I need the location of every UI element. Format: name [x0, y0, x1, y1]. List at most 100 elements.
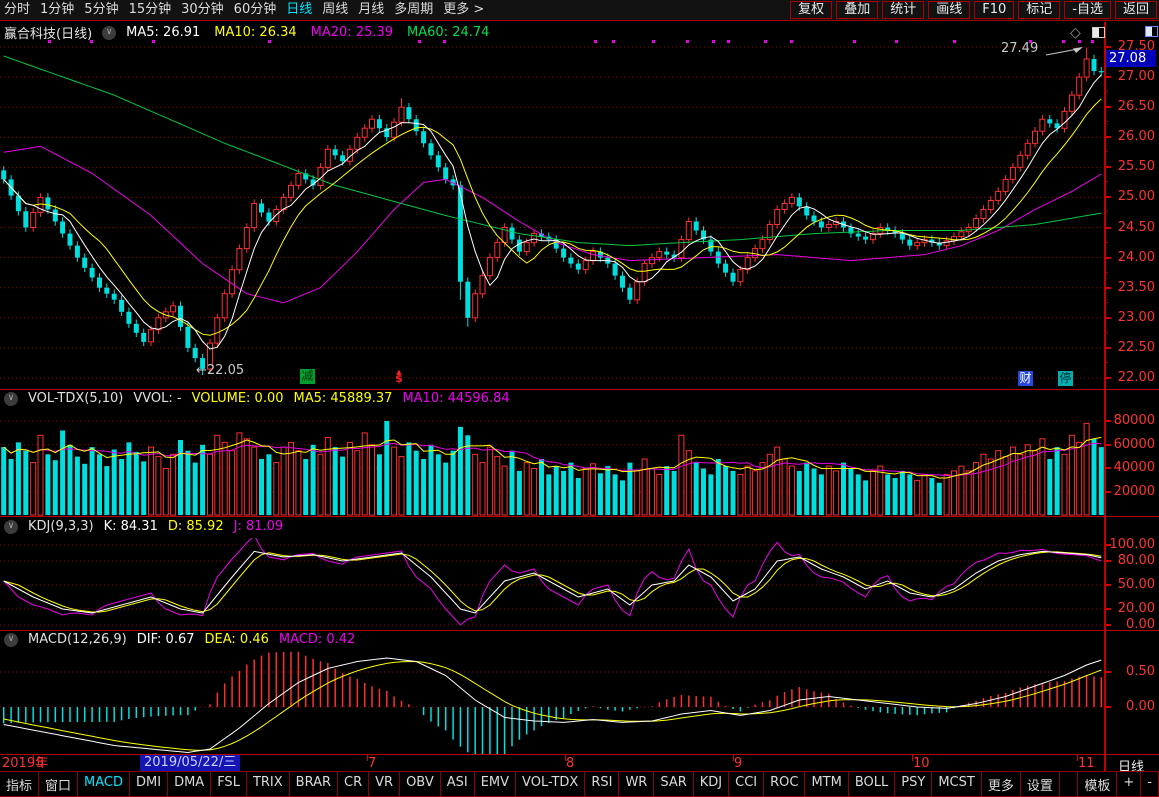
collapse-chevron-icon[interactable]: ∨: [4, 633, 18, 647]
axis-tick: [1105, 347, 1111, 349]
macd-chart[interactable]: [0, 650, 1105, 755]
toolbar-item-VR[interactable]: VR: [368, 771, 400, 797]
legend-item: MACD(12,26,9): [28, 632, 127, 647]
legend-item: K: 84.31: [104, 519, 158, 534]
toolbar-item-FSL[interactable]: FSL: [210, 771, 247, 797]
menu-item-2[interactable]: 5分钟: [84, 0, 118, 20]
menu-item-8[interactable]: 月线: [358, 0, 384, 20]
menu-button-5[interactable]: 标记: [1018, 1, 1060, 19]
toolbar-item-指标[interactable]: 指标: [0, 771, 39, 797]
axis-tick: [1105, 584, 1111, 586]
y-axis-label: 26.00: [1109, 129, 1155, 145]
panel-separator: [0, 630, 1159, 631]
toolbar-item-设置[interactable]: 设置: [1020, 771, 1060, 797]
toolbar-item-更多[interactable]: 更多: [981, 771, 1021, 797]
y-axis-label: 100.00: [1109, 537, 1155, 553]
toolbar-item-EMV[interactable]: EMV: [474, 771, 516, 797]
menu-item-9[interactable]: 多周期: [394, 0, 433, 20]
toolbar-item-RSI[interactable]: RSI: [584, 771, 619, 797]
y-axis-label: 25.00: [1109, 189, 1155, 205]
axis-tick: [1105, 608, 1111, 610]
y-axis-label: 23.00: [1109, 310, 1155, 326]
axis-minor-tick: [1105, 91, 1108, 92]
toolbar-item-ROC[interactable]: ROC: [763, 771, 805, 797]
axis-tick: [1105, 317, 1111, 319]
axis-tick: [1105, 46, 1111, 48]
time-axis-label: 10: [913, 756, 930, 772]
axis-tick: [1105, 136, 1111, 138]
menu-item-1[interactable]: 1分钟: [40, 0, 74, 20]
axis-tick: [1105, 76, 1111, 78]
toolbar-item-DMA[interactable]: DMA: [167, 771, 211, 797]
axis-minor-tick: [1105, 211, 1108, 212]
y-axis-label: 40000: [1109, 460, 1155, 476]
menu-item-0[interactable]: 分时: [4, 0, 30, 20]
toolbar-item-MCST[interactable]: MCST: [931, 771, 982, 797]
y-axis-label: 80.00: [1109, 553, 1155, 569]
menu-button-3[interactable]: 画线: [928, 1, 970, 19]
split-window-icon[interactable]: [1092, 27, 1105, 38]
toolbar-spacer: [1059, 771, 1079, 797]
toolbar-item-WR[interactable]: WR: [618, 771, 654, 797]
collapse-chevron-icon[interactable]: ∨: [4, 520, 18, 534]
menu-button-4[interactable]: F10: [974, 1, 1014, 19]
axis-minor-tick: [1105, 302, 1108, 303]
volume-chart[interactable]: [0, 410, 1105, 516]
selected-date-tag: 2019/05/22/三: [140, 755, 240, 771]
toolbar-item-SAR[interactable]: SAR: [653, 771, 693, 797]
toolbar-item-TRIX[interactable]: TRIX: [246, 771, 290, 797]
axis-minor-tick: [1105, 332, 1108, 333]
menu-item-6[interactable]: 日线: [286, 0, 312, 20]
toolbar-right-item-0[interactable]: 模板: [1077, 771, 1117, 797]
axis-tick: [1105, 166, 1111, 168]
price-axis-line: [1104, 22, 1106, 771]
menu-left: 分时 1分钟 5分钟 15分钟 30分钟 60分钟日线周线月线多周期更多 >: [0, 0, 484, 20]
toolbar-item-BRAR[interactable]: BRAR: [289, 771, 338, 797]
diamond-marker-icon[interactable]: ◇: [1070, 25, 1081, 41]
menu-button-0[interactable]: 复权: [790, 1, 832, 19]
menu-button-2[interactable]: 统计: [882, 1, 924, 19]
marker-badge-text: 减: [301, 369, 313, 383]
menu-button-7[interactable]: 返回: [1115, 1, 1157, 19]
axis-tick: [1105, 287, 1111, 289]
legend-item: MACD: 0.42: [279, 632, 355, 647]
toolbar-right-item-1[interactable]: +: [1116, 771, 1141, 797]
menu-item-4[interactable]: 30分钟: [181, 0, 224, 20]
collapse-chevron-icon[interactable]: ∨: [4, 392, 18, 406]
toolbar-item-DMI[interactable]: DMI: [129, 771, 168, 797]
time-axis-label: 9: [734, 756, 742, 772]
y-axis-label: 0.00: [1109, 699, 1155, 715]
y-axis-label: 24.50: [1109, 220, 1155, 236]
split-window-icon-fill: [1093, 28, 1099, 37]
legend-item: VOLUME: 0.00: [192, 391, 284, 406]
menu-item-3[interactable]: 15分钟: [129, 0, 172, 20]
axis-tick: [1105, 420, 1111, 422]
menu-item-10[interactable]: 更多 >: [443, 0, 484, 20]
toolbar-item-CCI[interactable]: CCI: [728, 771, 764, 797]
menu-item-5[interactable]: 60分钟: [234, 0, 277, 20]
menu-button-1[interactable]: 叠加: [836, 1, 878, 19]
toolbar-item-MTM[interactable]: MTM: [804, 771, 848, 797]
corner-window-icon[interactable]: [1145, 26, 1158, 37]
toolbar-item-BOLL[interactable]: BOLL: [848, 771, 895, 797]
toolbar-item-MACD[interactable]: MACD: [77, 771, 130, 797]
main-price-chart[interactable]: [0, 22, 1105, 389]
last-price-tag: 27.08: [1106, 50, 1156, 67]
axis-tick: [1105, 544, 1111, 546]
toolbar-item-KDJ[interactable]: KDJ: [693, 771, 729, 797]
y-axis-label: 20.00: [1109, 601, 1155, 617]
toolbar-item-VOL-TDX[interactable]: VOL-TDX: [515, 771, 585, 797]
menu-button-6[interactable]: -自选: [1064, 1, 1111, 19]
toolbar-item-PSY[interactable]: PSY: [894, 771, 932, 797]
toolbar-item-ASI[interactable]: ASI: [440, 771, 475, 797]
y-axis-label: 50.00: [1109, 577, 1155, 593]
toolbar-right-item-2[interactable]: -: [1140, 771, 1159, 797]
toolbar-item-窗口[interactable]: 窗口: [38, 771, 78, 797]
menu-item-7[interactable]: 周线: [322, 0, 348, 20]
y-axis-label: 0.00: [1109, 617, 1155, 633]
toolbar-item-CR[interactable]: CR: [337, 771, 369, 797]
kdj-chart[interactable]: [0, 538, 1105, 631]
marker-badge-teal: 停: [1058, 371, 1073, 386]
toolbar-item-OBV[interactable]: OBV: [399, 771, 441, 797]
legend-item: MA5: 45889.37: [294, 391, 393, 406]
